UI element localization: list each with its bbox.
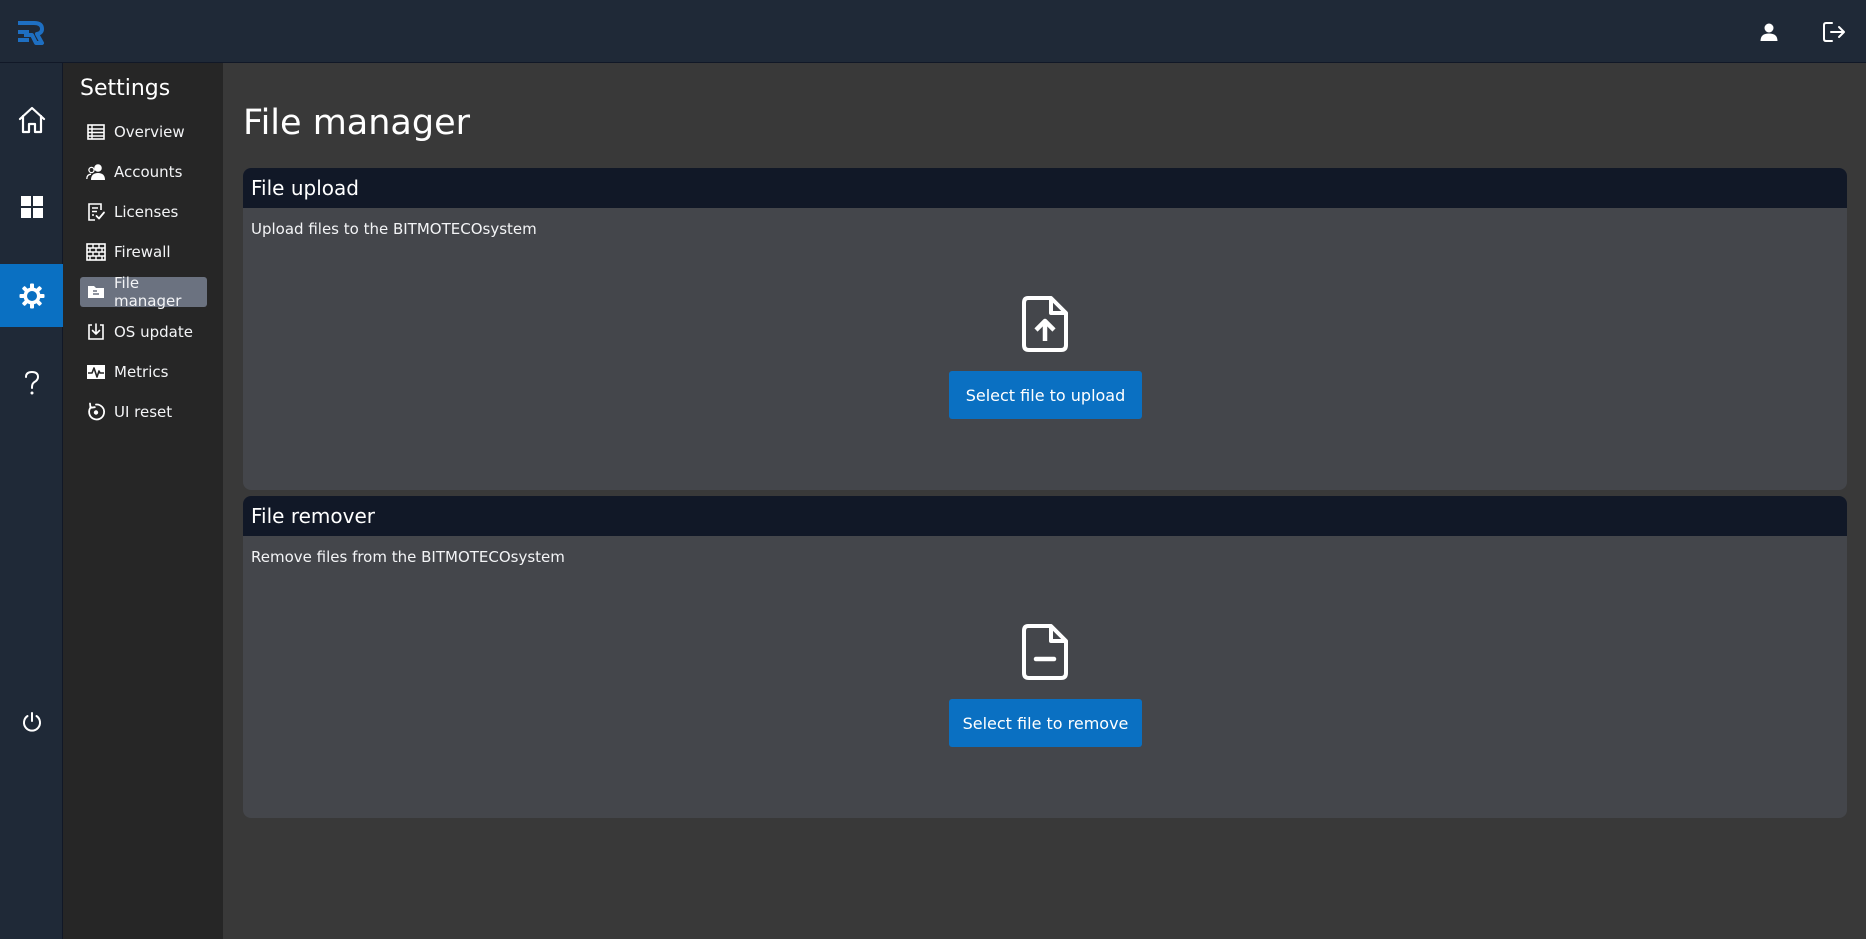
select-file-remove-button[interactable]: Select file to remove [949, 699, 1142, 747]
subnav-item-label: Metrics [114, 363, 169, 381]
subnav-item-firewall[interactable]: Firewall [80, 237, 207, 267]
license-check-icon [88, 203, 105, 221]
logout-icon[interactable] [1819, 17, 1849, 47]
file-upload-panel: File upload Upload files to the BITMOTEC… [243, 168, 1847, 490]
reset-icon [88, 402, 105, 421]
subnav-item-label: File manager [114, 274, 182, 310]
rail-item-help[interactable] [0, 351, 63, 414]
power-icon [22, 711, 41, 732]
rail-item-dashboard[interactable] [0, 175, 63, 238]
page-title: File manager [243, 103, 471, 143]
table-list-icon [87, 124, 105, 140]
subnav-item-label: UI reset [114, 403, 173, 421]
user-icon[interactable] [1754, 17, 1784, 47]
subnav-item-accounts[interactable]: Accounts [80, 157, 207, 187]
file-upload-description: Upload files to the BITMOTECOsystem [251, 220, 537, 238]
brand-logo-icon[interactable] [16, 19, 46, 45]
top-bar [0, 0, 1866, 63]
file-upload-header: File upload [243, 168, 1847, 208]
file-remover-panel: File remover Remove files from the BITMO… [243, 496, 1847, 818]
rail-item-power[interactable] [0, 690, 63, 753]
subnav-item-file-manager[interactable]: File manager [80, 274, 207, 310]
subnav-item-metrics[interactable]: Metrics [80, 357, 207, 387]
icon-rail [0, 63, 63, 939]
subnav-item-os-update[interactable]: OS update [80, 317, 207, 347]
file-remover-header: File remover [243, 496, 1847, 536]
subnav-item-ui-reset[interactable]: UI reset [80, 397, 207, 427]
folder-file-icon [88, 286, 104, 298]
rail-item-settings[interactable] [0, 264, 63, 327]
subnav-item-label: Firewall [114, 243, 171, 261]
subnav-item-licenses[interactable]: Licenses [80, 197, 207, 227]
main-content: File manager File upload Upload files to… [223, 63, 1866, 939]
subnav-item-label: Licenses [114, 203, 179, 221]
subnav-item-label: OS update [114, 323, 193, 341]
subnav-title: Settings [80, 76, 171, 101]
gear-icon [19, 283, 44, 308]
file-remover-description: Remove files from the BITMOTECOsystem [251, 548, 565, 566]
brick-wall-icon [86, 243, 106, 261]
subnav-item-label: Accounts [114, 163, 183, 181]
subnav-item-label: Overview [114, 123, 185, 141]
download-box-icon [88, 323, 104, 340]
pulse-chart-icon [87, 365, 105, 379]
grid-icon [20, 195, 43, 218]
file-upload-icon [1022, 296, 1068, 352]
rail-item-home[interactable] [0, 88, 63, 151]
home-icon [18, 106, 45, 133]
question-icon [24, 370, 39, 394]
settings-subnav: Settings Overview Accounts Licenses Fire… [63, 63, 223, 939]
file-remove-icon [1022, 624, 1068, 680]
users-icon [86, 164, 105, 180]
subnav-item-overview[interactable]: Overview [80, 117, 207, 147]
select-file-upload-button[interactable]: Select file to upload [949, 371, 1142, 419]
